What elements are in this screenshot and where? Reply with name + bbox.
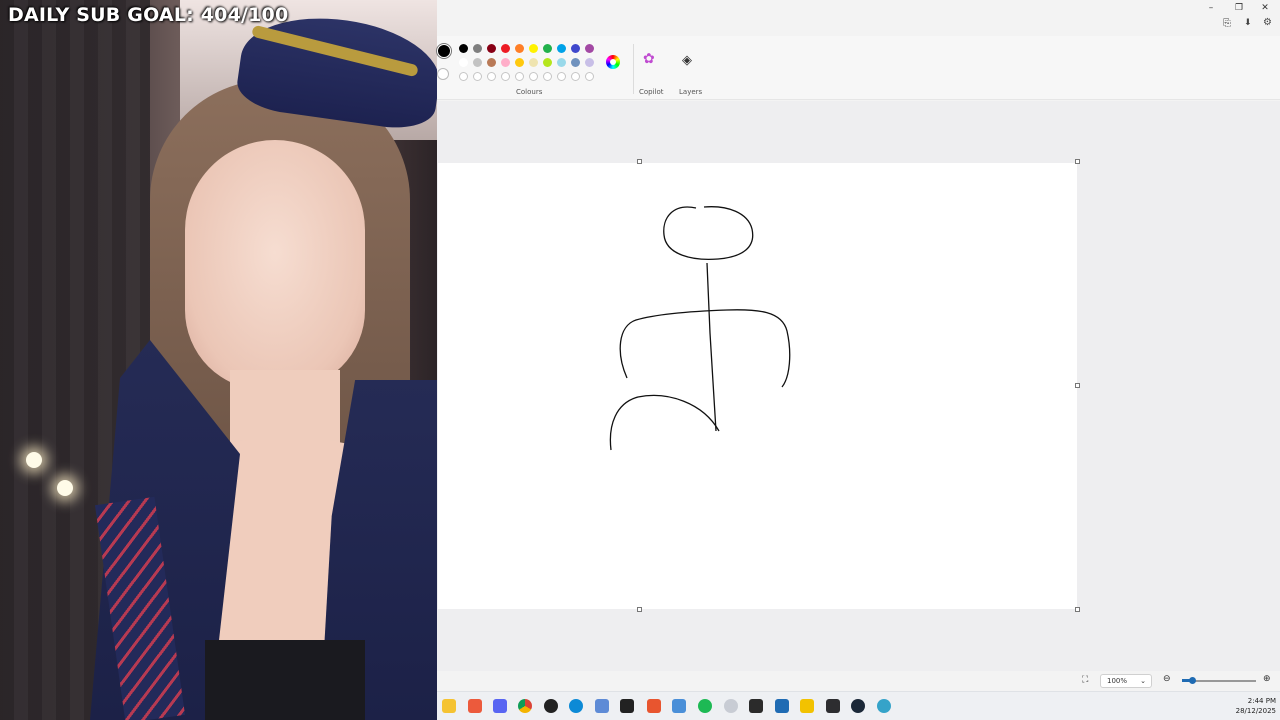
drawing-canvas[interactable] (438, 163, 1077, 609)
colour-swatch[interactable] (473, 58, 482, 67)
custom-colour-slot[interactable] (571, 72, 580, 81)
fairy-light (57, 480, 73, 496)
account-icon[interactable]: ⬇ (1244, 18, 1252, 28)
colour-swatch[interactable] (557, 58, 566, 67)
colour-swatch[interactable] (571, 44, 580, 53)
file-explorer-icon[interactable] (442, 699, 456, 713)
chevron-down-icon: ⌄ (1140, 677, 1146, 685)
secondary-color-swatch[interactable] (437, 68, 449, 80)
colour-swatch[interactable] (515, 44, 524, 53)
fit-to-window-icon[interactable]: ⛶ (1082, 675, 1088, 685)
copilot-label: Copilot (639, 88, 664, 96)
zoom-slider-thumb[interactable] (1189, 677, 1196, 684)
colour-swatch[interactable] (473, 44, 482, 53)
edit-colours-icon[interactable] (606, 55, 620, 69)
steam-icon[interactable] (851, 699, 865, 713)
brave-icon[interactable] (468, 699, 482, 713)
taskbar: 2:44 PM 28/12/2025 (437, 691, 1280, 720)
webcam-feed: DAILY SUB GOAL: 404/100 (0, 0, 437, 720)
custom-colour-slot[interactable] (487, 72, 496, 81)
resize-handle[interactable] (1075, 383, 1080, 388)
layers-label: Layers (679, 88, 703, 96)
app-icon[interactable] (800, 699, 814, 713)
colour-swatch[interactable] (557, 44, 566, 53)
dark-garment (205, 640, 365, 720)
close-button[interactable]: ✕ (1258, 2, 1272, 14)
chrome-icon[interactable] (518, 699, 532, 713)
zoom-in-icon[interactable]: ⊕ (1263, 674, 1271, 684)
discord-icon[interactable] (493, 699, 507, 713)
custom-colour-slot[interactable] (543, 72, 552, 81)
notepad-icon[interactable] (775, 699, 789, 713)
resize-handle[interactable] (1075, 607, 1080, 612)
streamer-face (185, 140, 365, 390)
colour-swatch[interactable] (487, 44, 496, 53)
edge-icon[interactable] (569, 699, 583, 713)
fairy-light (26, 452, 42, 468)
colour-swatch[interactable] (501, 58, 510, 67)
arms-stroke (619, 309, 791, 388)
paint-icon[interactable] (877, 699, 891, 713)
custom-colour-slot[interactable] (459, 72, 468, 81)
screen: DAILY SUB GOAL: 404/100 – ❐ ✕ ⎘ ⬇ ⚙ Colo… (0, 0, 1280, 720)
copilot-icon[interactable]: ✿ (643, 51, 655, 67)
colour-swatch[interactable] (459, 58, 468, 67)
colour-swatch[interactable] (529, 58, 538, 67)
colour-swatch[interactable] (515, 58, 524, 67)
primary-color-swatch[interactable] (437, 44, 451, 58)
custom-colour-slot[interactable] (557, 72, 566, 81)
terminal-icon[interactable] (826, 699, 840, 713)
colour-swatch[interactable] (543, 58, 552, 67)
custom-colour-slot[interactable] (585, 72, 594, 81)
share-icon[interactable]: ⎘ (1223, 18, 1231, 29)
stick-figure-drawing (609, 206, 791, 451)
system-clock[interactable]: 2:44 PM 28/12/2025 (1236, 696, 1276, 716)
layers-icon[interactable]: ◈ (682, 53, 692, 68)
body-stroke (706, 262, 717, 432)
ribbon-toolbar: Colours ✿ Copilot ◈ Layers (437, 36, 1280, 100)
colour-swatch[interactable] (585, 58, 594, 67)
zoom-select[interactable]: 100% ⌄ (1100, 674, 1152, 688)
colour-swatch[interactable] (571, 58, 580, 67)
colour-swatch[interactable] (529, 44, 538, 53)
app-icon[interactable] (595, 699, 609, 713)
custom-colour-slot[interactable] (501, 72, 510, 81)
head-stroke (663, 206, 754, 261)
colour-swatch[interactable] (585, 44, 594, 53)
brave-icon[interactable] (647, 699, 661, 713)
title-bar: – ❐ ✕ (437, 0, 1280, 16)
clock-date: 28/12/2025 (1235, 707, 1276, 715)
restore-button[interactable]: ❐ (1232, 2, 1246, 14)
obs-icon[interactable] (544, 699, 558, 713)
clock-time: 2:44 PM (1247, 697, 1276, 705)
sub-goal-overlay: DAILY SUB GOAL: 404/100 (8, 4, 289, 26)
resize-handle[interactable] (637, 607, 642, 612)
status-bar: ⛶ 100% ⌄ ⊖ ⊕ (437, 671, 1280, 691)
capcut-icon[interactable] (620, 699, 634, 713)
colour-swatch[interactable] (543, 44, 552, 53)
zoom-value: 100% (1107, 677, 1128, 685)
minimize-button[interactable]: – (1204, 2, 1218, 14)
app-icon[interactable] (749, 699, 763, 713)
canvas-area (437, 101, 1280, 671)
custom-colour-slot[interactable] (515, 72, 524, 81)
spotify-icon[interactable] (698, 699, 712, 713)
custom-colour-slot[interactable] (473, 72, 482, 81)
colour-swatch[interactable] (459, 44, 468, 53)
gear-icon[interactable]: ⚙ (1263, 17, 1272, 28)
colour-swatch[interactable] (487, 58, 496, 67)
resize-handle[interactable] (1075, 159, 1080, 164)
app-icon[interactable] (672, 699, 686, 713)
zoom-out-icon[interactable]: ⊖ (1163, 674, 1171, 684)
app-icon[interactable] (724, 699, 738, 713)
custom-colour-slot[interactable] (529, 72, 538, 81)
legs-stroke (609, 394, 720, 451)
paint-window: – ❐ ✕ ⎘ ⬇ ⚙ Colours ✿ Copilot ◈ Layers ⛶… (437, 0, 1280, 720)
colours-label: Colours (516, 88, 543, 96)
divider (633, 44, 634, 94)
colour-swatch[interactable] (501, 44, 510, 53)
resize-handle[interactable] (637, 159, 642, 164)
